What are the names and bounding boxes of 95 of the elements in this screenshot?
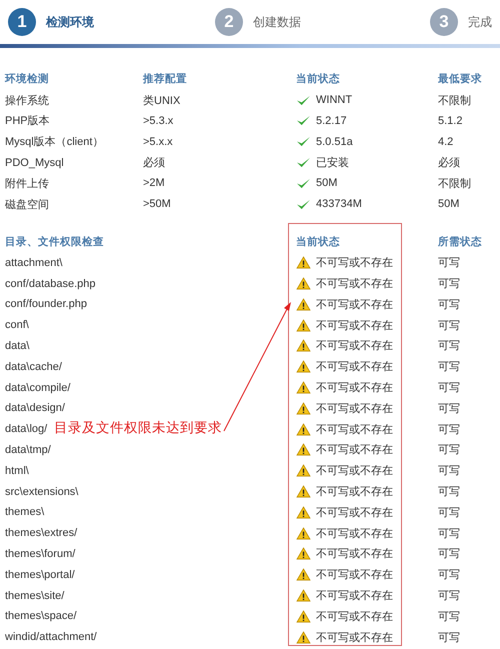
table-cell: 50M bbox=[316, 177, 338, 190]
table-cell-text: 可写 bbox=[438, 630, 460, 645]
table-cell-text: 可写 bbox=[438, 589, 460, 604]
table-cell-text: 不可写或不存在 bbox=[316, 402, 393, 416]
table-cell-text: 必须 bbox=[438, 156, 460, 170]
table-cell-text: >5.x.x bbox=[143, 136, 174, 148]
table-cell: 433734M bbox=[316, 198, 362, 210]
table-cell: attachment\ bbox=[5, 256, 62, 269]
table-cell: conf\ bbox=[5, 319, 29, 332]
table-cell-text: 可写 bbox=[438, 298, 460, 312]
table-cell-text: 附件上传 bbox=[4, 176, 50, 191]
table-cell: conf/database.php bbox=[5, 278, 96, 290]
table-cell-text: 可写 bbox=[438, 402, 460, 416]
table-cell: windid/attachment/ bbox=[5, 631, 97, 644]
table-cell-text: 不可写或不存在 bbox=[316, 422, 393, 437]
table-cell-text: 不可写或不存在 bbox=[316, 381, 393, 396]
table-cell-text: 不可写或不存在 bbox=[316, 610, 393, 624]
table-cell-text: 可写 bbox=[438, 422, 460, 437]
table-cell-text: 不可写或不存在 bbox=[316, 339, 393, 354]
table-cell: data\compile/ bbox=[5, 382, 70, 394]
table-cell-text: 可写 bbox=[438, 506, 460, 520]
step-label: 完成 bbox=[468, 14, 492, 30]
table-cell: 4.2 bbox=[438, 136, 454, 148]
table-cell-text: Mysql版本（client） bbox=[4, 135, 104, 150]
table-cell: WINNT bbox=[316, 94, 352, 106]
table-cell: 5.1.2 bbox=[438, 114, 462, 127]
table-cell-text: 不可写或不存在 bbox=[316, 506, 393, 520]
table-cell-text: >50M bbox=[143, 198, 172, 210]
table-cell: themes\site/ bbox=[5, 590, 64, 602]
table-cell-text: 不可写或不存在 bbox=[316, 547, 393, 562]
table-cell-text: 必须 bbox=[143, 156, 166, 170]
table-cell-text: 不可写或不存在 bbox=[316, 360, 393, 374]
step-number: 3 bbox=[430, 8, 458, 36]
column-header: 所需状态 bbox=[438, 234, 482, 249]
table-cell-text: 类UNIX bbox=[143, 94, 182, 108]
table-cell-text: 可写 bbox=[438, 256, 460, 270]
table-cell-text: 可写 bbox=[438, 360, 460, 374]
table-cell-text: 可写 bbox=[438, 381, 460, 396]
table-cell-text: 不限制 bbox=[438, 176, 471, 191]
column-header: 当前状态 bbox=[295, 72, 341, 86]
table-cell: data\tmp/ bbox=[5, 444, 51, 456]
table-cell-text: 可写 bbox=[438, 485, 460, 500]
table-cell: data\ bbox=[5, 340, 30, 352]
table-cell-text: 不可写或不存在 bbox=[316, 298, 393, 312]
table-cell-text: PDO_Mysql bbox=[4, 156, 65, 169]
table-cell-text: 已安装 bbox=[316, 156, 349, 170]
column-header: 推荐配置 bbox=[143, 72, 188, 86]
table-cell-text: 不可写或不存在 bbox=[316, 256, 393, 270]
column-header: 环境检测 bbox=[4, 72, 50, 86]
table-cell: 50M bbox=[438, 198, 460, 210]
table-cell-text: >2M bbox=[143, 177, 166, 190]
column-header: 最低要求 bbox=[438, 72, 482, 86]
annotation-text: 目录及文件权限未达到要求 bbox=[54, 418, 222, 437]
table-cell-text: 不可写或不存在 bbox=[316, 318, 393, 333]
table-cell-text: 不限制 bbox=[438, 94, 471, 108]
table-cell-text: 磁盘空间 bbox=[4, 198, 50, 212]
table-cell-text: PHP版本 bbox=[4, 114, 51, 128]
table-cell-text: 可写 bbox=[438, 547, 460, 562]
step-number: 2 bbox=[215, 8, 243, 36]
table-cell: themes\forum/ bbox=[5, 548, 76, 560]
table-cell-text: >5.3.x bbox=[143, 114, 174, 127]
table-cell-text: 可写 bbox=[438, 443, 460, 458]
table-cell: data\design/ bbox=[5, 402, 65, 414]
table-cell-text: 可写 bbox=[438, 610, 460, 624]
table-cell-text: 不可写或不存在 bbox=[316, 630, 393, 645]
table-cell-text: 不可写或不存在 bbox=[316, 464, 393, 478]
table-cell-text: 不可写或不存在 bbox=[316, 485, 393, 500]
table-cell: conf/founder.php bbox=[5, 298, 87, 310]
table-cell-text: 可写 bbox=[438, 318, 460, 333]
step-label: 创建数据 bbox=[253, 14, 301, 30]
table-cell-text: 可写 bbox=[438, 464, 460, 478]
column-header: 当前状态 bbox=[295, 234, 341, 249]
table-cell: 5.0.51a bbox=[316, 136, 353, 148]
table-cell: data\cache/ bbox=[5, 360, 62, 373]
table-cell: themes\ bbox=[5, 506, 44, 518]
table-cell-text: 不可写或不存在 bbox=[316, 443, 393, 458]
table-cell: themes\portal/ bbox=[5, 568, 75, 581]
step-number: 1 bbox=[8, 8, 36, 36]
table-cell-text: 操作系统 bbox=[4, 94, 50, 108]
table-cell-text: 可写 bbox=[438, 526, 460, 541]
table-cell-text: 可写 bbox=[438, 568, 460, 582]
step-label: 检测环境 bbox=[46, 14, 94, 30]
table-cell-text: 可写 bbox=[438, 277, 460, 292]
table-cell: themes\space/ bbox=[5, 610, 77, 622]
table-cell: src\extensions\ bbox=[5, 486, 78, 498]
table-cell: html\ bbox=[5, 464, 29, 477]
table-cell: 5.2.17 bbox=[316, 114, 347, 127]
table-cell: themes\extres/ bbox=[5, 527, 78, 540]
table-cell-text: 不可写或不存在 bbox=[316, 526, 393, 541]
table-cell-text: 不可写或不存在 bbox=[316, 589, 393, 604]
column-header: 目录、文件权限检查 bbox=[4, 234, 105, 249]
table-cell: data\log/ bbox=[5, 423, 48, 436]
table-cell-text: 不可写或不存在 bbox=[316, 568, 393, 582]
table-cell-text: 不可写或不存在 bbox=[316, 277, 393, 292]
table-cell-text: 可写 bbox=[438, 339, 460, 354]
